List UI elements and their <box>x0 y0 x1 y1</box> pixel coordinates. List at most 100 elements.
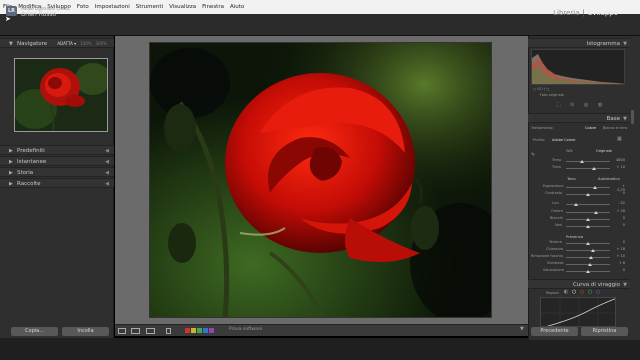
brush-icon[interactable]: ◍ <box>598 102 602 108</box>
label-blue-icon[interactable] <box>203 328 208 333</box>
presets-header[interactable]: ▶ Predefiniti ◀ <box>0 145 114 155</box>
temp-label: Temp <box>552 158 562 162</box>
treatment-color[interactable]: Colore <box>585 126 596 130</box>
label-purple-icon[interactable] <box>209 328 214 333</box>
navigator-header[interactable]: ▼ Navigatore ADATTA ▾ 100% 300% <box>0 38 114 48</box>
menu-settings[interactable]: Impostazioni <box>95 0 130 14</box>
highlights-value[interactable]: - 52 <box>615 201 625 205</box>
zoom-fit[interactable]: ADATTA ▾ <box>57 41 76 46</box>
menu-help[interactable]: Aiuto <box>230 0 244 14</box>
exposure-slider[interactable] <box>566 187 610 188</box>
toolbar-menu-icon[interactable]: ▼ <box>520 326 524 332</box>
clarity-knob[interactable] <box>591 249 595 252</box>
presence-label: Presenza <box>566 234 584 239</box>
shadows-value[interactable]: + 28 <box>615 209 626 213</box>
vibrance-value[interactable]: + 8 <box>615 261 625 265</box>
curve-blue-channel-icon[interactable]: ○ <box>596 289 600 295</box>
label-red-icon[interactable] <box>185 328 190 333</box>
dehaze-knob[interactable] <box>589 256 593 259</box>
redeye-icon[interactable]: ◎ <box>584 102 588 108</box>
right-panel-scrollbar[interactable] <box>631 110 634 124</box>
tone-auto-button[interactable]: Automatico <box>598 176 620 181</box>
previous-button[interactable]: Precedente <box>531 327 578 336</box>
dehaze-slider[interactable] <box>566 257 610 258</box>
temp-slider[interactable] <box>566 161 610 162</box>
shadows-knob[interactable] <box>594 211 598 214</box>
histogram-title: Istogramma <box>586 40 620 47</box>
tint-slider[interactable] <box>566 168 610 169</box>
loupe-view-icon[interactable] <box>118 328 126 334</box>
compare-view-icon[interactable] <box>146 328 155 334</box>
histogram-header[interactable]: Istogramma ▼ <box>528 38 630 48</box>
tone-curve-header[interactable]: Curva di viraggio ▼ <box>528 279 630 289</box>
menu-tools[interactable]: Strumenti <box>136 0 163 14</box>
crop-tool-icon[interactable]: ⬚ <box>556 102 561 108</box>
texture-label: Texture <box>549 240 562 244</box>
rose-photo <box>150 43 491 317</box>
navigator-preview[interactable] <box>14 58 108 132</box>
basic-title: Base <box>606 115 620 122</box>
label-yellow-icon[interactable] <box>191 328 196 333</box>
temp-knob[interactable] <box>580 160 584 163</box>
texture-knob[interactable] <box>586 242 590 245</box>
soft-proof-label[interactable]: Prova software <box>229 327 262 332</box>
history-title: Storia <box>17 169 34 176</box>
module-library[interactable]: Libreria <box>553 9 579 17</box>
clarity-slider[interactable] <box>566 250 610 251</box>
curve-red-channel-icon[interactable]: ○ <box>580 289 584 295</box>
clarity-value[interactable]: + 18 <box>615 247 626 251</box>
menu-photo[interactable]: Foto <box>77 0 89 14</box>
basic-header[interactable]: Base ▼ <box>528 113 630 123</box>
texture-value[interactable]: 0 <box>615 240 625 244</box>
tint-knob[interactable] <box>592 167 596 170</box>
treatment-bw[interactable]: Bianco e nero <box>603 126 627 130</box>
saturation-value[interactable]: 0 <box>615 268 625 272</box>
module-develop[interactable]: Sviluppo <box>588 9 618 17</box>
profile-label: Profilo: <box>533 138 546 142</box>
whites-value[interactable]: 0 <box>615 216 625 220</box>
zoom-300[interactable]: 300% <box>96 41 107 46</box>
vibrance-knob[interactable] <box>588 263 592 266</box>
saturation-knob[interactable] <box>586 270 590 273</box>
zoom-100[interactable]: 100% <box>80 41 91 46</box>
tone-curve-graph[interactable] <box>540 297 616 327</box>
profile-select[interactable]: Adobe Colore <box>552 138 575 142</box>
snapshots-header[interactable]: ▶ Istantanee ◀ <box>0 156 114 166</box>
menu-view[interactable]: Visualizza <box>169 0 196 14</box>
temp-value[interactable]: 4800 <box>615 158 625 162</box>
collections-header[interactable]: ▶ Raccolte ◀ <box>0 178 114 188</box>
tint-value[interactable]: + 10 <box>615 165 626 169</box>
contrast-knob[interactable] <box>586 193 590 196</box>
blacks-value[interactable]: 0 <box>615 223 625 227</box>
blacks-label: Neri <box>555 223 563 227</box>
curve-parametric-icon[interactable]: ◐ <box>564 289 568 295</box>
exposure-knob[interactable] <box>593 186 597 189</box>
profile-browser-icon[interactable]: ▦ <box>617 136 622 142</box>
label-green-icon[interactable] <box>197 328 202 333</box>
blacks-knob[interactable] <box>586 225 590 228</box>
flag-icon[interactable] <box>166 328 171 334</box>
history-header[interactable]: ▶ Storia ◀ <box>0 167 114 177</box>
main-photo[interactable] <box>149 42 492 318</box>
highlights-slider[interactable] <box>566 204 610 205</box>
curve-point-white-icon[interactable]: ○ <box>572 289 576 295</box>
exposure-label: Esposizione <box>543 184 564 188</box>
whites-knob[interactable] <box>586 218 590 221</box>
reset-button[interactable]: Ripristina <box>581 327 628 336</box>
highlights-knob[interactable] <box>574 203 578 206</box>
dehaze-value[interactable]: + 10 <box>615 254 626 258</box>
curve-green-channel-icon[interactable]: ○ <box>588 289 592 295</box>
collapse-arrow-icon: ◀ <box>105 148 109 154</box>
copy-settings-button[interactable]: Copia... <box>11 327 58 336</box>
shadows-slider[interactable] <box>566 212 610 213</box>
spot-removal-icon[interactable]: ⊙ <box>570 102 574 108</box>
menu-window[interactable]: Finestra <box>202 0 224 14</box>
contrast-value[interactable]: 0 <box>615 191 625 195</box>
contrast-label: Contrasto <box>545 191 563 195</box>
eyedropper-icon[interactable]: ✎ <box>531 152 535 158</box>
develop-toolbar <box>115 324 528 336</box>
before-after-icon[interactable] <box>131 328 140 334</box>
collapse-arrow-icon: ◀ <box>105 170 109 176</box>
wb-select[interactable]: Originale <box>596 149 612 153</box>
paste-settings-button[interactable]: Incolla <box>62 327 109 336</box>
